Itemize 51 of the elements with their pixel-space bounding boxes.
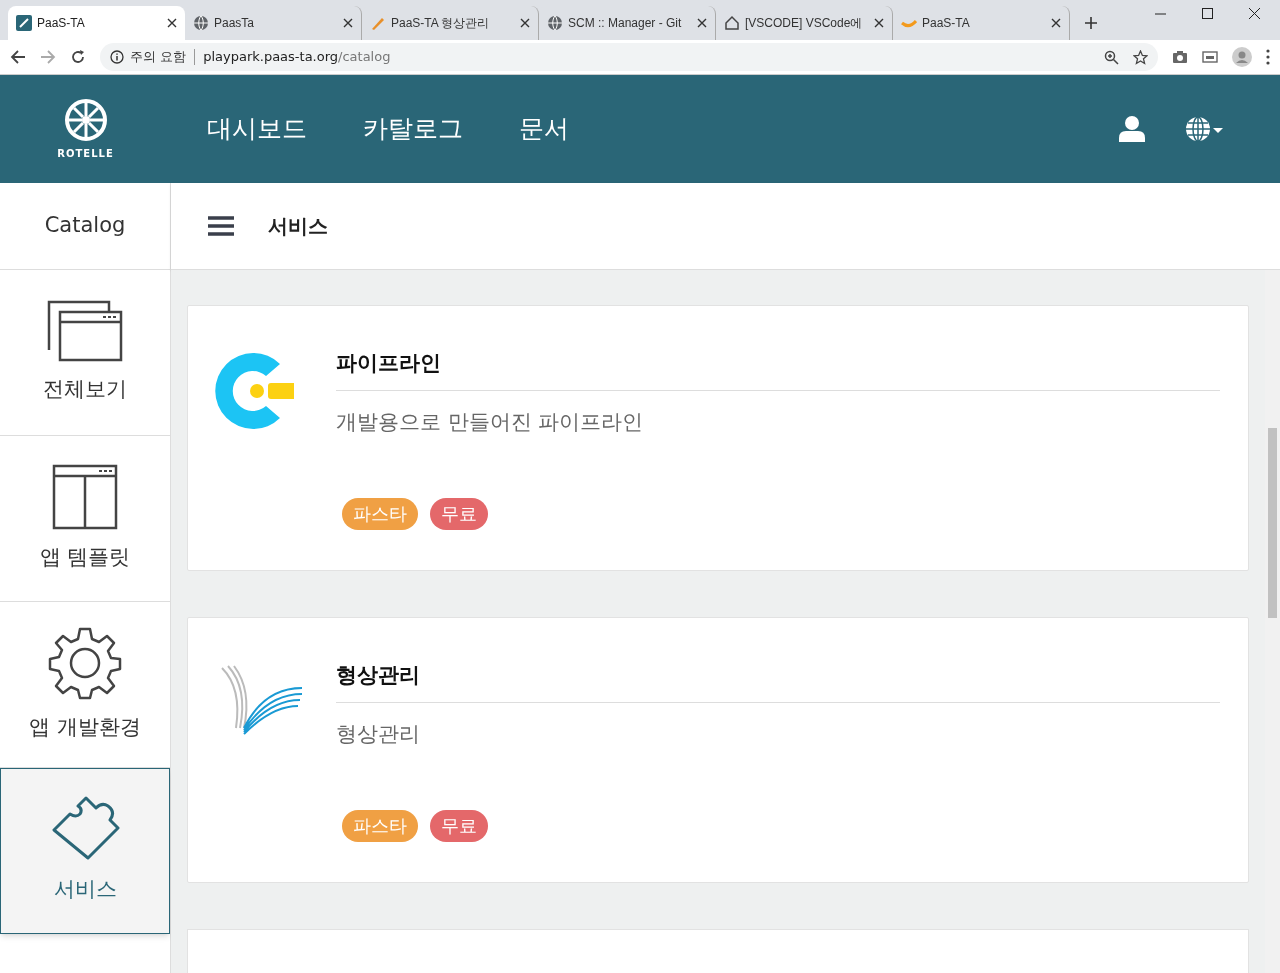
tab-favicon-icon: [16, 15, 32, 31]
service-card[interactable]: 형상관리 형상관리 파스타 무료: [187, 617, 1249, 883]
close-icon[interactable]: [1051, 18, 1061, 28]
url-text: playpark.paas-ta.org/catalog: [203, 48, 391, 67]
card-description: 형상관리: [336, 720, 421, 748]
nav-link[interactable]: 대시보드: [207, 110, 307, 148]
card-title: 파이프라인: [336, 351, 441, 375]
card-description: 개발용으로 만들어진 파이프라인: [336, 408, 645, 436]
close-icon[interactable]: [343, 18, 353, 28]
windows-icon: [47, 299, 123, 362]
security-label: 주의 요함: [130, 48, 187, 67]
reload-icon[interactable]: [70, 49, 86, 65]
menu-icon[interactable]: [208, 215, 234, 237]
tag: 무료: [430, 810, 488, 842]
back-icon[interactable]: [10, 49, 26, 65]
zoom-icon[interactable]: [1104, 49, 1119, 65]
tag: 파스타: [342, 810, 418, 842]
close-icon[interactable]: [697, 18, 707, 28]
tag: 무료: [430, 498, 488, 530]
star-icon[interactable]: [1133, 49, 1148, 65]
user-icon[interactable]: [1118, 115, 1146, 143]
profile-icon[interactable]: [1232, 47, 1252, 67]
gear-icon: [48, 625, 122, 700]
page-title: 서비스: [268, 213, 328, 240]
nav-link[interactable]: 문서: [519, 110, 569, 148]
new-tab-icon[interactable]: [1084, 16, 1098, 30]
card-title: 형상관리: [336, 663, 420, 687]
tab-favicon-icon: [370, 15, 386, 31]
more-menu-icon[interactable]: [1266, 49, 1270, 65]
camera-icon[interactable]: [1172, 50, 1188, 64]
address-bar[interactable]: 주의 요함 playpark.paas-ta.org/catalog: [100, 43, 1158, 71]
language-globe-icon[interactable]: [1184, 115, 1224, 143]
service-card[interactable]: 파이프라인 개발용으로 만들어진 파이프라인 파스타 무료: [187, 305, 1249, 571]
sidebar-item[interactable]: 서비스: [0, 768, 170, 934]
close-icon[interactable]: [167, 18, 177, 28]
sidebar-title: Catalog: [44, 212, 126, 240]
tab-favicon-icon: [724, 15, 740, 31]
close-icon[interactable]: [874, 18, 884, 28]
info-icon: [110, 50, 124, 64]
close-icon[interactable]: [520, 18, 530, 28]
wheel-logo-icon: [63, 97, 108, 142]
tag: 파스타: [342, 498, 418, 530]
tab-favicon-icon: [193, 15, 209, 31]
tab-favicon-icon: [547, 15, 563, 31]
layout-template-icon: [52, 463, 118, 530]
cast-icon[interactable]: [1202, 50, 1218, 64]
browser-tab[interactable]: PaaS-TA: [8, 6, 185, 40]
maximize-icon[interactable]: [1202, 8, 1213, 19]
nav-link[interactable]: 카탈로그: [363, 110, 463, 148]
close-icon[interactable]: [1249, 8, 1260, 19]
logo-text: ROTELLE: [57, 146, 114, 161]
